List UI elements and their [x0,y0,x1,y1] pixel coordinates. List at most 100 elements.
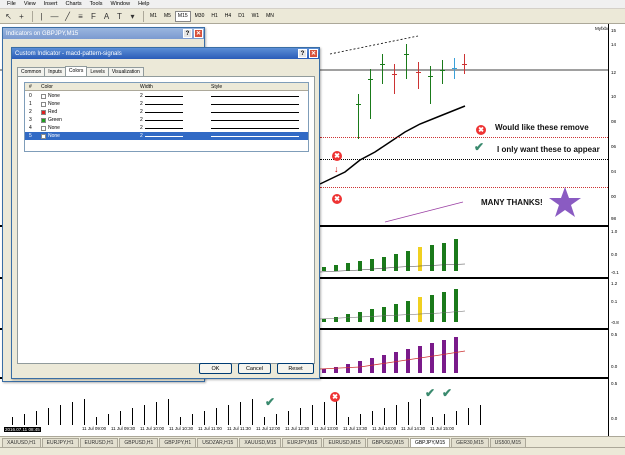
remove-marker-icon: ✖ [330,392,340,402]
cursor-icon[interactable]: ↖ [3,11,14,22]
color-picker[interactable]: Red [41,108,57,116]
timeframe-w1[interactable]: W1 [249,11,263,22]
symbol-tab[interactable]: USDZAR,H15 [197,438,239,447]
tab-visualization[interactable]: Visualization [107,67,144,76]
remove-marker-icon: ✖ [476,125,486,135]
color-picker[interactable]: None [41,124,60,132]
symbol-tab[interactable]: XAUUSD,H1 [2,438,41,447]
trendline-icon[interactable]: ╱ [62,11,73,22]
timeframe-m30[interactable]: M30 [192,11,208,22]
menu-item-help[interactable]: Help [134,1,153,7]
symbol-tab[interactable]: EURUSD,M15 [323,438,366,447]
timeframe-h4[interactable]: H4 [222,11,234,22]
symbol-tab[interactable]: GER30,M15 [451,438,489,447]
reset-button[interactable]: Reset [277,363,314,374]
vertical-line-icon[interactable]: | [36,11,47,22]
price-label: 15 [611,28,617,33]
signal-bar [372,411,373,425]
signal-bar [108,414,109,425]
timeframe-d1[interactable]: D1 [235,11,247,22]
price-axis[interactable]: 15 14 12 10 08 06 04 00 98 1.0 0.0 -0.1 1.2 0.1 -0.8 0.… [608,24,625,436]
ok-button[interactable]: OK [199,363,232,374]
indicators-window-titlebar[interactable]: Indicators on GBPJPY,M15 ? ✕ [3,28,204,39]
style-select[interactable] [211,124,299,132]
width-line [144,135,183,137]
style-select[interactable] [211,100,299,108]
timeframe-mn[interactable]: MN [263,11,277,22]
price-label: 12 [611,70,617,75]
menu-item-file[interactable]: File [3,1,20,7]
menu-item-tools[interactable]: Tools [86,1,107,7]
tab-common[interactable]: Common [17,67,46,76]
timeframe-m15[interactable]: M15 [174,10,191,22]
level-line [320,137,608,138]
crosshair-icon[interactable]: + [16,11,27,22]
candle-tick [392,74,397,75]
cancel-button[interactable]: Cancel [238,363,271,374]
signal-bar [480,405,481,425]
width-select[interactable]: 2 [140,108,183,116]
price-label: 08 [611,119,617,124]
symbol-tab[interactable]: GBPJPY,H1 [159,438,197,447]
horizontal-line-icon[interactable]: — [49,11,60,22]
style-select[interactable] [211,92,299,100]
style-select[interactable] [211,132,299,140]
symbol-tab[interactable]: GBPUSD,M15 [366,438,409,447]
signal-bar [432,417,433,425]
symbol-tab[interactable]: GBPJPY,M15 [409,438,451,447]
menu-item-window[interactable]: Window [107,1,135,7]
channel-icon[interactable]: ≡ [75,11,86,22]
help-button[interactable]: ? [183,29,192,38]
help-button[interactable]: ? [298,49,307,58]
symbol-tab[interactable]: US500,M15 [489,438,527,447]
width-line [144,111,183,113]
color-row[interactable]: 0 None 2 [25,92,308,100]
symbol-tab[interactable]: XAUUSD,M15 [239,438,282,447]
color-row[interactable]: 5 None 2 [25,132,308,140]
timeframe-group: M1 M5 M15 M30 H1 H4 D1 W1 MN [147,10,278,22]
colors-grid[interactable]: # Color Width Style 0 None 2 1 None 2 2 Red 2 3 Gr… [24,82,309,152]
menu-item-insert[interactable]: Insert [40,1,62,7]
style-select[interactable] [211,108,299,116]
custom-indicator-dialog[interactable]: Custom Indicator - macd-pattern-signals … [11,47,320,379]
color-row[interactable]: 4 None 2 [25,124,308,132]
width-select[interactable]: 2 [140,100,183,108]
menu-item-view[interactable]: View [20,1,40,7]
width-select[interactable]: 2 [140,132,183,140]
color-picker[interactable]: None [41,132,60,140]
signal-bar [444,414,445,425]
color-row[interactable]: 2 Red 2 [25,108,308,116]
close-button[interactable]: ✕ [194,29,203,38]
close-button[interactable]: ✕ [309,49,318,58]
symbol-tab[interactable]: GBPUSD,H1 [119,438,159,447]
width-select[interactable]: 2 [140,124,183,132]
checkmark-icon: ✔ [474,140,485,154]
time-cursor-label: 2016.07.11 08:45 [4,427,41,432]
timeframe-m5[interactable]: M5 [161,11,174,22]
timeframe-m1[interactable]: M1 [147,11,160,22]
pane-scale-label: 1.2 [611,281,618,286]
fibonacci-icon[interactable]: F [88,11,99,22]
price-label: 06 [611,144,617,149]
color-picker[interactable]: None [41,100,60,108]
width-select[interactable]: 2 [140,116,183,124]
symbol-tab[interactable]: EURJPY,H1 [41,438,79,447]
symbol-tab[interactable]: EURJPY,M15 [282,438,323,447]
width-select[interactable]: 2 [140,92,183,100]
style-select[interactable] [211,116,299,124]
color-row[interactable]: 3 Green 2 [25,116,308,124]
tab-colors[interactable]: Colors [64,66,88,76]
tab-levels[interactable]: Levels [86,67,109,76]
dialog-titlebar[interactable]: Custom Indicator - macd-pattern-signals … [12,48,319,59]
symbol-tab[interactable]: EURUSD,H1 [79,438,119,447]
color-picker[interactable]: Green [41,116,62,124]
label-icon[interactable]: T [114,11,125,22]
text-icon[interactable]: A [101,11,112,22]
signal-bar [336,399,337,425]
tab-inputs[interactable]: Inputs [44,67,66,76]
menu-item-charts[interactable]: Charts [61,1,85,7]
color-picker[interactable]: None [41,92,60,100]
arrow-icon[interactable]: ▾ [127,11,138,22]
color-row[interactable]: 1 None 2 [25,100,308,108]
timeframe-h1[interactable]: H1 [208,11,220,22]
